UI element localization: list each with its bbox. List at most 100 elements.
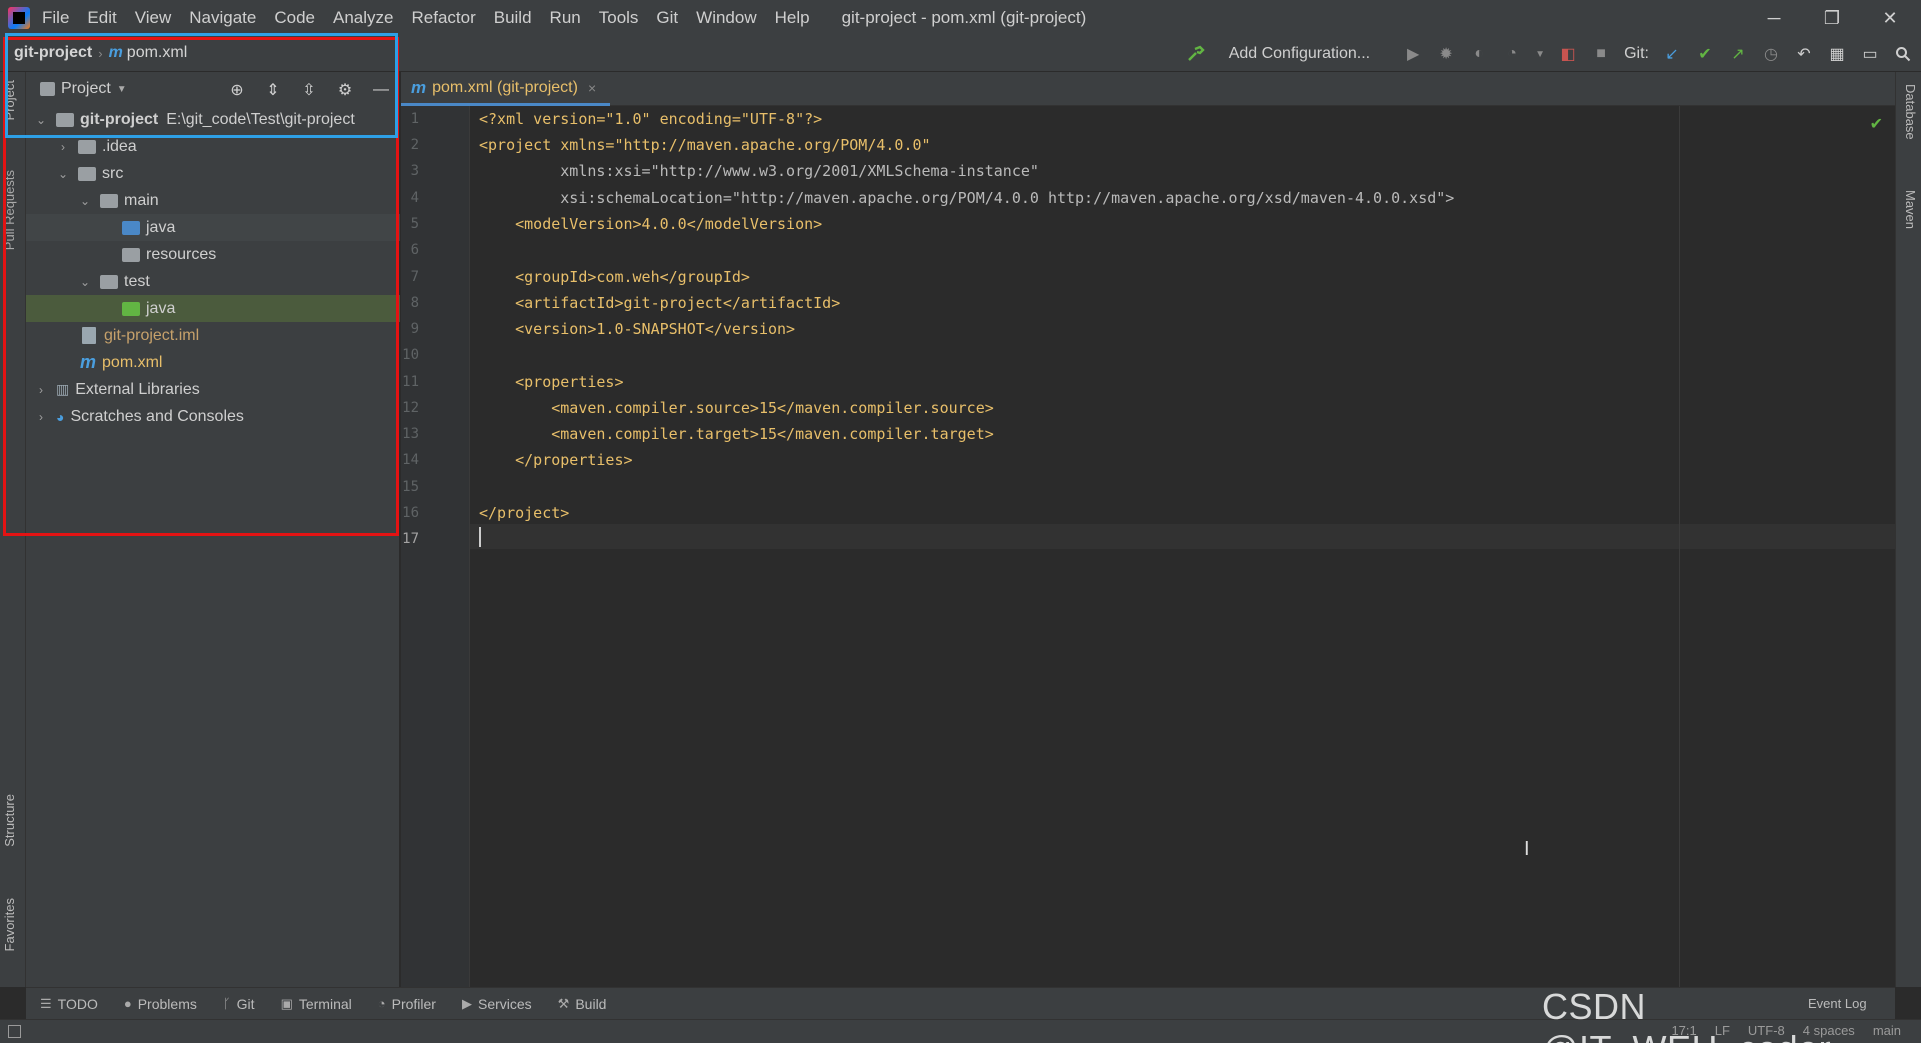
project-structure-icon[interactable]: ▦	[1827, 44, 1847, 64]
close-tab-icon[interactable]: ×	[588, 80, 596, 96]
problems-tool-tab[interactable]: ● Problems	[124, 996, 197, 1012]
restore-button[interactable]: ❐	[1803, 0, 1861, 36]
tree-item-src[interactable]: ⌄ src	[26, 160, 400, 187]
tree-item-label: Scratches and Consoles	[70, 407, 244, 425]
expand-all-icon[interactable]: ⇕	[263, 80, 283, 100]
tree-item-resources[interactable]: resources	[26, 241, 400, 268]
menu-tools[interactable]: Tools	[599, 8, 639, 28]
project-tool-tab[interactable]: Project	[2, 80, 17, 120]
tree-item-main-java[interactable]: java	[26, 214, 400, 241]
hide-panel-icon[interactable]: —	[371, 80, 391, 100]
database-tool-tab[interactable]: Database	[1903, 84, 1918, 140]
expanded-arrow-icon[interactable]: ⌄	[56, 167, 70, 181]
chevron-down-icon[interactable]: ▼	[1535, 44, 1545, 64]
favorites-tool-tab[interactable]: Favorites	[2, 898, 17, 951]
toggle-tool-windows-icon[interactable]	[8, 1025, 21, 1038]
tree-item-main[interactable]: ⌄ main	[26, 187, 400, 214]
main-toolbar: Add Configuration... ▶ ✹ ◐ ◔ ▼ ◧ ■ Git: …	[1186, 40, 1913, 68]
profiler-tool-tab[interactable]: ◔ Profiler	[378, 996, 436, 1012]
git-push-icon[interactable]: ↗	[1728, 44, 1748, 64]
menu-help[interactable]: Help	[775, 8, 810, 28]
services-tool-tab[interactable]: ▶ Services	[462, 996, 532, 1012]
collapsed-arrow-icon[interactable]: ›	[56, 140, 70, 154]
library-icon: ▥	[56, 381, 70, 397]
build-hammer-icon[interactable]	[1186, 44, 1206, 64]
code-line: </project>	[479, 504, 570, 522]
menu-analyze[interactable]: Analyze	[333, 8, 393, 28]
coverage-icon[interactable]: ◐	[1469, 44, 1489, 64]
menu-code[interactable]: Code	[274, 8, 315, 28]
tree-item-scratches[interactable]: › ◕ Scratches and Consoles	[26, 403, 400, 430]
collapsed-arrow-icon[interactable]: ›	[34, 410, 48, 424]
collapsed-arrow-icon[interactable]: ›	[34, 383, 48, 397]
pull-requests-tool-tab[interactable]: Pull Requests	[2, 170, 17, 250]
line-number: 9	[410, 321, 419, 337]
line-number: 7	[410, 269, 419, 285]
hammer-icon: ⚒	[557, 995, 570, 1011]
gear-icon[interactable]: ⚙	[335, 80, 355, 100]
rollback-icon[interactable]: ↶	[1794, 44, 1814, 64]
search-icon[interactable]	[1893, 44, 1913, 64]
minimize-button[interactable]: ─	[1745, 0, 1803, 36]
expanded-arrow-icon[interactable]: ⌄	[34, 113, 48, 127]
menu-build[interactable]: Build	[494, 8, 532, 28]
menu-view[interactable]: View	[135, 8, 172, 28]
chevron-down-icon[interactable]: ▼	[117, 84, 127, 95]
locate-file-icon[interactable]: ⊕	[227, 80, 247, 100]
profile-icon[interactable]: ◔	[1502, 44, 1522, 64]
code-line: xsi:schemaLocation="http://maven.apache.…	[479, 189, 1455, 207]
debug-icon[interactable]: ✹	[1436, 44, 1456, 64]
project-view-selector[interactable]: Project	[61, 80, 111, 98]
list-icon: ☰	[40, 995, 52, 1011]
git-history-icon[interactable]: ◷	[1761, 44, 1781, 64]
maven-tool-tab[interactable]: Maven	[1903, 190, 1918, 229]
expanded-arrow-icon[interactable]: ⌄	[78, 275, 92, 289]
profiler-icon: ◔	[377, 996, 386, 1011]
expanded-arrow-icon[interactable]: ⌄	[78, 194, 92, 208]
code-line: <maven.compiler.target>15</maven.compile…	[479, 425, 994, 443]
presentation-icon[interactable]: ▭	[1860, 44, 1880, 64]
git-commit-icon[interactable]: ✔	[1695, 44, 1715, 64]
source-folder-icon	[122, 220, 140, 235]
tree-item-external-libraries[interactable]: › ▥ External Libraries	[26, 376, 400, 403]
menu-bar: File Edit View Navigate Code Analyze Ref…	[0, 0, 1921, 36]
close-window-button[interactable]: ✕	[1861, 0, 1919, 36]
git-update-icon[interactable]: ↙	[1662, 44, 1682, 64]
stop-icon[interactable]: ■	[1591, 44, 1611, 64]
terminal-tool-tab[interactable]: ▣ Terminal	[281, 996, 352, 1012]
no-problems-check-icon[interactable]: ✔	[1870, 114, 1883, 134]
todo-tool-tab[interactable]: ☰ TODO	[40, 996, 98, 1012]
menu-run[interactable]: Run	[550, 8, 581, 28]
menu-git[interactable]: Git	[656, 8, 678, 28]
attach-debugger-icon[interactable]: ◧	[1558, 44, 1578, 64]
code-line: </properties>	[479, 451, 633, 469]
tree-item-test[interactable]: ⌄ test	[26, 268, 400, 295]
code-editor[interactable]: 1 2 3 4 5 6 7 8 9 10 11 12 13 14 15 16 1…	[401, 106, 1895, 987]
menu-file[interactable]: File	[42, 8, 69, 28]
tree-item-test-java[interactable]: java	[26, 295, 400, 322]
code-line: <project xmlns="http://maven.apache.org/…	[479, 136, 931, 154]
add-configuration-button[interactable]: Add Configuration...	[1218, 42, 1381, 66]
menu-refactor[interactable]: Refactor	[411, 8, 475, 28]
tree-item-git-project[interactable]: ⌄ git-project E:\git_code\Test\git-proje…	[26, 106, 400, 133]
breadcrumb-project[interactable]: git-project	[14, 44, 92, 62]
build-tool-tab[interactable]: ⚒ Build	[558, 996, 607, 1012]
breadcrumb-file[interactable]: pom.xml	[127, 44, 187, 62]
code-line: <artifactId>git-project</artifactId>	[479, 294, 841, 312]
tree-item-label: java	[146, 299, 176, 317]
tree-item-label: pom.xml	[102, 353, 163, 371]
tab-pom-xml[interactable]: m pom.xml (git-project) ×	[401, 72, 611, 106]
menu-window[interactable]: Window	[696, 8, 756, 28]
run-icon[interactable]: ▶	[1403, 44, 1423, 64]
tree-item-idea[interactable]: › .idea	[26, 133, 400, 160]
collapse-all-icon[interactable]: ⇳	[299, 80, 319, 100]
structure-tool-tab[interactable]: Structure	[2, 794, 17, 847]
menu-navigate[interactable]: Navigate	[189, 8, 256, 28]
tree-item-label: test	[124, 272, 150, 290]
menu-edit[interactable]: Edit	[87, 8, 116, 28]
test-folder-icon	[122, 301, 140, 316]
tree-item-iml[interactable]: git-project.iml	[26, 322, 400, 349]
tree-item-pom[interactable]: m pom.xml	[26, 349, 400, 376]
git-tool-tab[interactable]: ᚴ Git	[223, 996, 255, 1012]
text-caret	[479, 527, 481, 547]
